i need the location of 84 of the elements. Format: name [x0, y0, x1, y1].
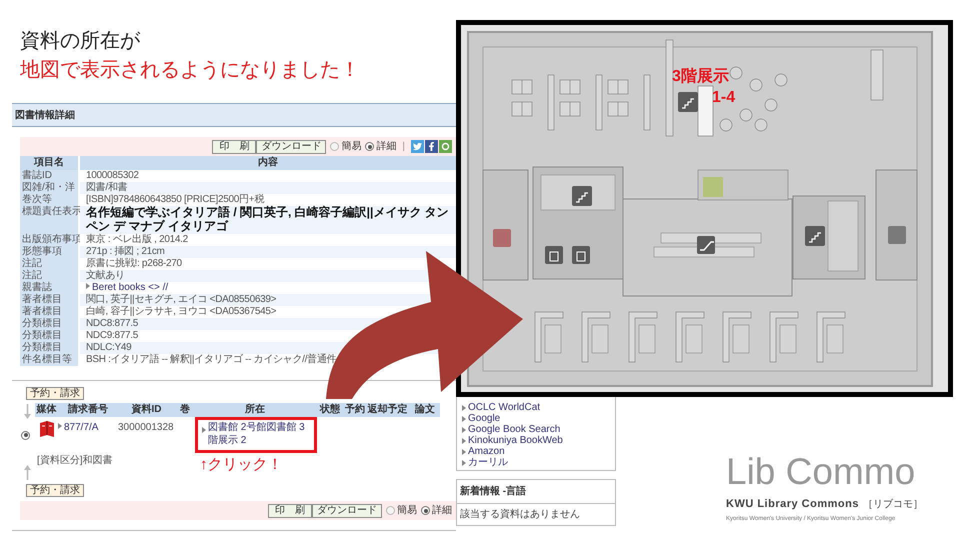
field-label-cell: 親書誌: [20, 282, 78, 294]
external-link[interactable]: OCLC WorldCat: [468, 402, 540, 413]
location-link[interactable]: 図書館 2号館図書館 3階展示 2: [208, 421, 310, 447]
field-value: [ISBN]9784860643850 [PRICE]2500円+税: [86, 194, 264, 205]
reserve-request-button[interactable]: 予約・請求: [26, 387, 84, 400]
view-option-label[interactable]: 簡易: [397, 503, 417, 518]
section-title: 図書情報詳細: [15, 108, 75, 122]
external-link[interactable]: カーリル: [468, 457, 508, 468]
table-header-cell: 媒体: [35, 403, 58, 417]
book-icon: [38, 420, 54, 438]
table-header-cell: 所在: [195, 403, 315, 417]
facebook-icon[interactable]: [425, 140, 438, 153]
item-id-text: 3000001328: [118, 422, 174, 433]
field-label-cell: 書誌ID: [20, 170, 78, 182]
print-button[interactable]: 印 刷: [268, 504, 312, 518]
field-label-cell: 分類標目: [20, 342, 78, 354]
external-link[interactable]: Kinokuniya BookWeb: [468, 435, 563, 446]
download-button[interactable]: ダウンロード: [312, 504, 382, 518]
category-text: [資料区分]和図書: [36, 455, 113, 466]
radio-button[interactable]: [330, 142, 340, 151]
table-header-cell: 巻: [175, 403, 195, 417]
field-value: 東京 : ベレ出版 , 2014.2: [86, 234, 188, 245]
field-value: NDC9:877.5: [86, 330, 138, 341]
view-option-label[interactable]: 詳細: [376, 139, 396, 154]
click-annotation: ↑クリック！: [200, 456, 282, 474]
table-header-cell: 項目名: [20, 156, 78, 170]
radio-button[interactable]: [386, 506, 395, 515]
table-header-cell: 資料ID: [118, 403, 175, 417]
slide-heading-highlight: 地図で表示されるようになりました！: [20, 58, 361, 83]
download-button[interactable]: ダウンロード: [256, 140, 326, 154]
field-value: 原書に挑戦!: p268-270: [86, 258, 182, 269]
series-link[interactable]: Beret books <> //: [92, 282, 168, 293]
table-header-cell: 請求番号: [58, 403, 118, 417]
reserve-request-button[interactable]: 予約・請求: [26, 484, 84, 497]
field-value: NDLC:Y49: [86, 342, 132, 353]
field-label-cell: 注記: [20, 270, 78, 282]
print-button[interactable]: 印 刷: [212, 140, 256, 154]
field-label-cell: 図雑/和・洋: [20, 182, 78, 194]
radio-button[interactable]: [21, 430, 30, 440]
down-arrow-icon[interactable]: [24, 404, 31, 419]
field-value: BSH :イタリア語 -- 解釈||イタリアゴ -- カイシャク//普通件: [86, 354, 336, 365]
slide-heading: 資料の所在が: [20, 29, 142, 54]
caret-icon: [202, 427, 206, 433]
news-message: 該当する資料はありません: [459, 508, 581, 522]
up-arrow-icon[interactable]: [24, 465, 31, 480]
radio-button[interactable]: [365, 142, 374, 151]
news-title: 新着情報 -言語: [457, 480, 615, 504]
field-value: 1000085302: [86, 170, 139, 181]
caret-icon: [86, 283, 90, 289]
table-header-cell: 論文: [410, 403, 440, 417]
logo-wordmark: Lib Commo: [726, 452, 916, 492]
external-link[interactable]: Google: [468, 413, 500, 424]
view-option-label[interactable]: 簡易: [341, 139, 362, 154]
field-label-cell: 著者標目: [20, 306, 78, 318]
table-header-cell: 返却予定: [365, 403, 410, 417]
field-value: 271p : 挿図 ; 21cm: [86, 246, 165, 257]
table-header-cell: 予約: [345, 403, 365, 417]
caret-icon: [58, 423, 62, 429]
field-label-cell: 件名標目等: [20, 354, 78, 366]
field-value: 白崎, 容子||シラサキ, ヨウコ <DA05367545>: [86, 306, 276, 317]
field-label-cell: 分類標目: [20, 330, 78, 342]
table-header-cell: 内容: [80, 156, 456, 170]
field-label-cell: 著者標目: [20, 294, 78, 306]
field-label-cell: 分類標目: [20, 318, 78, 330]
map-shelf-number: 1-4: [712, 89, 736, 107]
field-value: 関口, 英子||セキグチ, エイコ <DA08550639>: [86, 294, 276, 305]
separator-text: |: [402, 140, 405, 154]
bookmark-icon[interactable]: [439, 140, 452, 153]
call-number-link[interactable]: 877/7/A: [64, 422, 98, 433]
field-value: NDC8:877.5: [86, 318, 138, 329]
view-option-label[interactable]: 詳細: [432, 503, 452, 518]
table-header-cell: 状態: [315, 403, 345, 417]
field-label-cell: 注記: [20, 258, 78, 270]
field-value: 文献あり: [86, 270, 125, 281]
book-title: 名作短編で学ぶイタリア語 / 関口英子, 白崎容子編訳||メイサク タンペン デ マナブ イタリアゴ: [86, 205, 449, 233]
field-label-cell: 形態事項: [20, 246, 78, 258]
radio-button[interactable]: [421, 506, 430, 515]
logo-kana: ［リブコモ］: [862, 498, 923, 512]
logo-name: KWU Library Commons: [726, 497, 859, 512]
external-link[interactable]: Google Book Search: [468, 424, 560, 435]
map-location-label: 3階展示: [672, 68, 729, 86]
field-value: 図書/和書: [86, 182, 128, 193]
external-link[interactable]: Amazon: [468, 446, 505, 457]
field-label-cell: 巻次等: [20, 194, 78, 206]
